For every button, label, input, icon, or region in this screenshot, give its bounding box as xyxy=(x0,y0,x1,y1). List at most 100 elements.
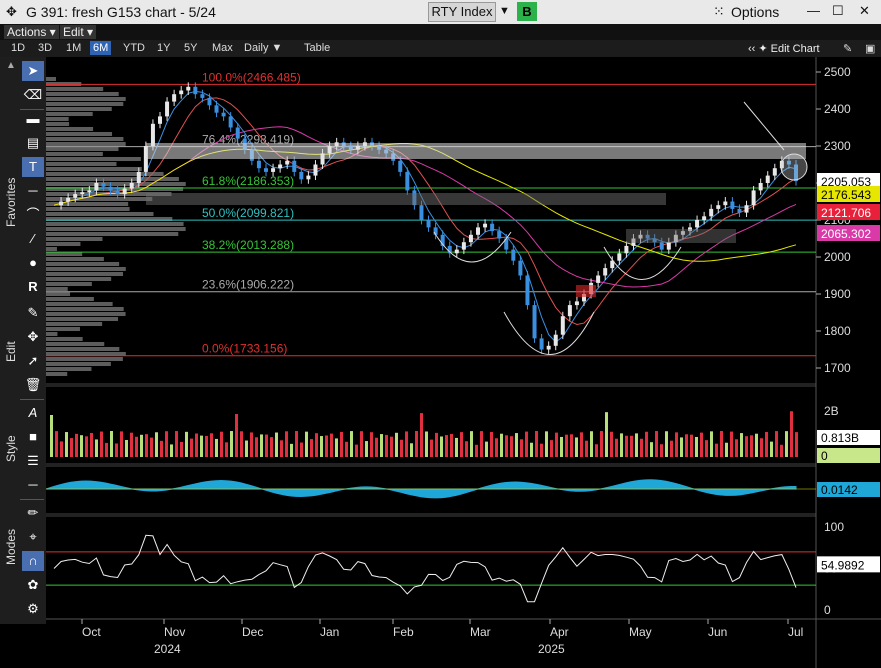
volume-bar xyxy=(95,439,98,457)
text-tool-icon[interactable]: T xyxy=(22,157,44,177)
volume-bar xyxy=(440,436,443,457)
volume-bar xyxy=(495,438,498,457)
pen-icon[interactable]: ✏ xyxy=(22,503,44,523)
volume-bar xyxy=(780,444,783,457)
volume-bar xyxy=(445,435,448,457)
rectangle-icon[interactable]: ▬ xyxy=(22,109,44,129)
move-tool-icon[interactable]: ✥ xyxy=(22,327,44,347)
font-icon[interactable]: A xyxy=(22,403,44,423)
trash-icon[interactable]: 🗑 xyxy=(22,375,44,395)
volume-bar xyxy=(375,437,378,457)
volume-bar xyxy=(760,438,763,457)
volume-profile-bar xyxy=(46,207,130,211)
circle-icon[interactable]: ● xyxy=(22,253,44,273)
price-tag-label: 2065.302 xyxy=(821,227,871,241)
volume-profile-bar xyxy=(46,347,120,351)
favorites-label: Favorites xyxy=(4,177,18,227)
price-tags: 2205.0532176.5432121.7062065.302 xyxy=(817,173,880,241)
volume-bar xyxy=(565,434,568,457)
volume-bar xyxy=(670,440,673,457)
edit-menu[interactable]: Edit ▾ xyxy=(60,25,97,39)
level-line-icon[interactable]: ▤ xyxy=(22,133,44,153)
panel-divider[interactable] xyxy=(46,463,816,467)
volume-profile-bar xyxy=(46,147,119,151)
volume-bar xyxy=(740,433,743,457)
curve-icon[interactable]: ⌒ xyxy=(22,205,44,225)
ticker-dropdown-icon[interactable]: ▼ xyxy=(499,5,510,17)
volume-bar xyxy=(145,434,148,457)
volume-bar xyxy=(210,433,213,457)
candle-body xyxy=(108,186,113,191)
panel-divider[interactable] xyxy=(46,513,816,517)
volume-bar xyxy=(300,442,303,457)
candle-body xyxy=(511,249,516,261)
options-button[interactable]: Options xyxy=(731,4,779,20)
table-button[interactable]: Table xyxy=(301,41,333,55)
b-button[interactable]: B xyxy=(517,2,537,21)
volume-profile-bar xyxy=(46,197,153,201)
volume-bar xyxy=(755,433,758,457)
volume-bar xyxy=(675,432,678,457)
range-button-1m[interactable]: 1M xyxy=(63,41,84,55)
pointer-icon[interactable]: ➤ xyxy=(22,61,44,81)
volume-bar xyxy=(365,441,368,457)
volume-bar xyxy=(600,431,603,457)
volume-bar xyxy=(420,413,423,457)
volume-bar xyxy=(750,435,753,457)
volume-tick-label: 0 xyxy=(821,449,828,463)
volume-bar xyxy=(360,431,363,457)
candle-body xyxy=(66,197,71,202)
range-button-1d[interactable]: 1D xyxy=(8,41,28,55)
line-style-icon[interactable]: ☰ xyxy=(22,451,44,471)
period-dropdown[interactable]: Daily ▼ xyxy=(241,41,285,55)
move-icon[interactable]: ✥ xyxy=(6,4,17,20)
edit-chart-button[interactable]: ‹‹ ✦ Edit Chart xyxy=(745,41,823,56)
price-chart[interactable]: 100.0%(2466.485)76.4%(2298.419)61.8%(218… xyxy=(46,57,881,668)
cursor-arrow-icon[interactable]: ➚ xyxy=(22,351,44,371)
volume-profile-bar xyxy=(46,212,154,216)
range-button-max[interactable]: Max xyxy=(209,41,236,55)
r-tool-icon[interactable]: R xyxy=(22,277,44,297)
volume-profile-bar xyxy=(46,167,142,171)
actions-menu[interactable]: Actions ▾ xyxy=(4,25,59,39)
panel-divider[interactable] xyxy=(46,383,816,387)
settings-gear-icon[interactable]: ⚙ xyxy=(22,599,44,619)
eraser-icon[interactable]: ⌫ xyxy=(22,85,44,105)
collapse-arrow-icon[interactable]: ▲ xyxy=(6,60,16,71)
trendline-icon[interactable]: ∕ xyxy=(22,229,44,249)
range-button-6m[interactable]: 6M xyxy=(90,41,112,55)
close-button[interactable]: ✕ xyxy=(859,3,870,19)
fib-level-label: 38.2%(2013.288) xyxy=(202,238,294,252)
price-tick-label: 2400 xyxy=(824,102,851,116)
volume-profile-bar xyxy=(46,332,58,336)
range-button-1y[interactable]: 1Y xyxy=(154,41,173,55)
minimize-button[interactable]: — xyxy=(807,3,820,18)
candle-body xyxy=(490,223,495,232)
volume-bar xyxy=(770,441,773,457)
volume-profile-bar xyxy=(46,127,94,131)
range-button-3d[interactable]: 3D xyxy=(35,41,55,55)
volume-bar xyxy=(605,412,608,457)
color-palette-icon[interactable]: ✿ xyxy=(22,575,44,595)
magnet-icon[interactable]: ∩ xyxy=(22,551,44,571)
time-tick-label: Jun xyxy=(708,625,727,639)
pencil-icon[interactable]: ✎ xyxy=(22,303,44,323)
volume-bar xyxy=(730,431,733,457)
maximize-button[interactable]: ☐ xyxy=(832,3,844,19)
options-icon[interactable]: ⁙ xyxy=(713,3,725,20)
snap-icon[interactable]: ⌖ xyxy=(22,527,44,547)
fill-color-icon[interactable]: ■ xyxy=(22,427,44,447)
volume-bar xyxy=(725,442,728,457)
range-button-5y[interactable]: 5Y xyxy=(181,41,200,55)
ticker-field[interactable]: RTY Index xyxy=(428,2,496,22)
draw-icon[interactable]: ✎ xyxy=(840,41,855,56)
range-button-ytd[interactable]: YTD xyxy=(120,41,148,55)
expand-icon[interactable]: ▣ xyxy=(862,41,878,56)
time-tick-label: Mar xyxy=(470,625,491,639)
candle-body xyxy=(313,164,318,176)
volume-bar xyxy=(235,414,238,457)
line-width-icon[interactable]: ─ xyxy=(22,475,44,495)
indicator-tag-label: 0.0142 xyxy=(821,483,858,497)
horizontal-line-icon[interactable]: ─ xyxy=(22,181,44,201)
candle-body xyxy=(256,160,261,169)
